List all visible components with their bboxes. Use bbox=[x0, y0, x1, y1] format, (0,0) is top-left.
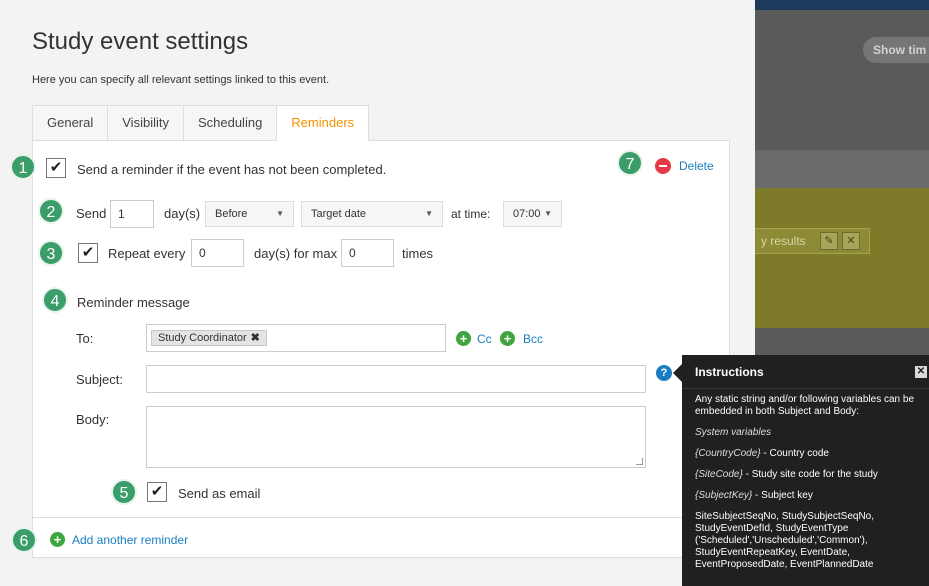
variable-code: {SubjectKey} bbox=[695, 490, 753, 501]
add-bcc-icon[interactable]: + bbox=[500, 331, 515, 346]
days-unit-label: day(s) bbox=[164, 206, 201, 221]
add-cc-icon[interactable]: + bbox=[456, 331, 471, 346]
at-time-label: at time: bbox=[451, 207, 491, 221]
bcc-link[interactable]: Bcc bbox=[523, 332, 543, 346]
background-results-label: y results bbox=[761, 234, 806, 248]
variable-desc: - Country code bbox=[760, 448, 829, 459]
tab-reminders[interactable]: Reminders bbox=[276, 105, 370, 141]
recipient-tag-label: Study Coordinator bbox=[158, 332, 247, 344]
check-icon: ✔ bbox=[49, 159, 63, 176]
marker-7: 7 bbox=[617, 150, 643, 176]
more-variables: SiteSubjectSeqNo, StudySubjectSeqNo, Stu… bbox=[695, 511, 874, 570]
max-times-input[interactable]: 0 bbox=[341, 239, 394, 267]
variable-code: {CountryCode} bbox=[695, 448, 761, 459]
chevron-down-icon: ▼ bbox=[544, 209, 552, 218]
target-select[interactable]: Target date ▼ bbox=[301, 201, 443, 227]
reminder-message-heading: Reminder message bbox=[77, 295, 190, 310]
page-subtitle: Here you can specify all relevant settin… bbox=[32, 74, 330, 86]
relation-select[interactable]: Before ▼ bbox=[205, 201, 294, 227]
check-icon: ✔ bbox=[81, 244, 95, 261]
days-input[interactable]: 1 bbox=[110, 200, 154, 228]
study-event-settings-modal: Study event settings Here you can specif… bbox=[0, 0, 755, 586]
marker-2: 2 bbox=[38, 198, 64, 224]
variable-desc: - Subject key bbox=[752, 490, 813, 501]
background-topbar bbox=[755, 0, 929, 10]
variable-desc: - Study site code for the study bbox=[742, 469, 878, 480]
instructions-title: Instructions bbox=[682, 355, 929, 389]
send-label: Send bbox=[76, 206, 107, 221]
send-reminder-checkbox[interactable]: ✔ bbox=[46, 158, 66, 178]
tab-scheduling[interactable]: Scheduling bbox=[182, 105, 277, 141]
tooltip-arrow bbox=[673, 364, 682, 382]
chevron-down-icon: ▼ bbox=[425, 209, 433, 218]
background-results: y results ✎ ✕ bbox=[755, 228, 870, 254]
marker-6: 6 bbox=[11, 527, 37, 553]
instructions-tooltip: Instructions ✕ Any static string and/or … bbox=[682, 355, 929, 586]
variable-item: {SubjectKey} - Subject key bbox=[695, 490, 925, 502]
add-another-reminder-link[interactable]: Add another reminder bbox=[72, 533, 188, 547]
times-label: times bbox=[402, 246, 434, 261]
help-icon[interactable]: ? bbox=[656, 365, 672, 381]
time-select[interactable]: 07:00 ▼ bbox=[503, 201, 562, 227]
recipient-tag: Study Coordinator ✖ bbox=[151, 330, 267, 346]
subject-label: Subject: bbox=[76, 372, 123, 387]
send-reminder-label: Send a reminder if the event has not bee… bbox=[77, 162, 387, 177]
tab-bar: General Visibility Scheduling Reminders bbox=[32, 105, 370, 141]
close-icon[interactable]: ✕ bbox=[915, 366, 927, 378]
send-as-email-label: Send as email bbox=[178, 486, 261, 501]
check-icon: ✔ bbox=[150, 483, 164, 500]
marker-3: 3 bbox=[38, 240, 64, 266]
send-as-email-checkbox[interactable]: ✔ bbox=[147, 482, 167, 502]
marker-1: 1 bbox=[10, 154, 36, 180]
marker-4: 4 bbox=[42, 287, 68, 313]
system-variables-heading-text: System variables bbox=[695, 427, 772, 438]
background-show-button: Show tim bbox=[863, 37, 929, 63]
tab-general[interactable]: General bbox=[32, 105, 108, 141]
repeat-checkbox[interactable]: ✔ bbox=[78, 243, 98, 263]
target-select-value: Target date bbox=[311, 208, 367, 220]
system-variables-heading: System variables bbox=[695, 427, 925, 439]
resize-handle-icon[interactable] bbox=[636, 458, 643, 465]
background-band bbox=[755, 150, 929, 188]
instructions-body: Any static string and/or following varia… bbox=[695, 394, 925, 580]
remove-tag-icon[interactable]: ✖ bbox=[251, 332, 260, 344]
variable-item: {CountryCode} - Country code bbox=[695, 448, 925, 460]
variable-item: {SiteCode} - Study site code for the stu… bbox=[695, 469, 925, 481]
instructions-intro: Any static string and/or following varia… bbox=[695, 394, 915, 417]
close-icon: ✕ bbox=[842, 232, 860, 250]
body-textarea[interactable] bbox=[146, 406, 646, 468]
relation-select-value: Before bbox=[215, 208, 248, 220]
subject-input[interactable] bbox=[146, 365, 646, 393]
tab-visibility[interactable]: Visibility bbox=[107, 105, 183, 141]
pencil-icon: ✎ bbox=[820, 232, 838, 250]
repeat-unit-label: day(s) for max bbox=[254, 246, 338, 261]
chevron-down-icon: ▼ bbox=[276, 209, 284, 218]
to-label: To: bbox=[76, 331, 94, 346]
marker-5: 5 bbox=[111, 479, 137, 505]
cc-link[interactable]: Cc bbox=[477, 332, 492, 346]
page-title: Study event settings bbox=[32, 28, 249, 55]
delete-link[interactable]: Delete bbox=[679, 159, 714, 173]
time-select-value: 07:00 bbox=[513, 208, 541, 220]
add-reminder-icon[interactable]: + bbox=[50, 532, 65, 547]
variable-code: {SiteCode} bbox=[695, 469, 743, 480]
delete-icon[interactable] bbox=[655, 158, 671, 174]
body-label: Body: bbox=[76, 412, 110, 427]
repeat-label: Repeat every bbox=[108, 246, 186, 261]
background-panel: y results ✎ ✕ bbox=[755, 188, 929, 328]
repeat-interval-input[interactable]: 0 bbox=[191, 239, 244, 267]
